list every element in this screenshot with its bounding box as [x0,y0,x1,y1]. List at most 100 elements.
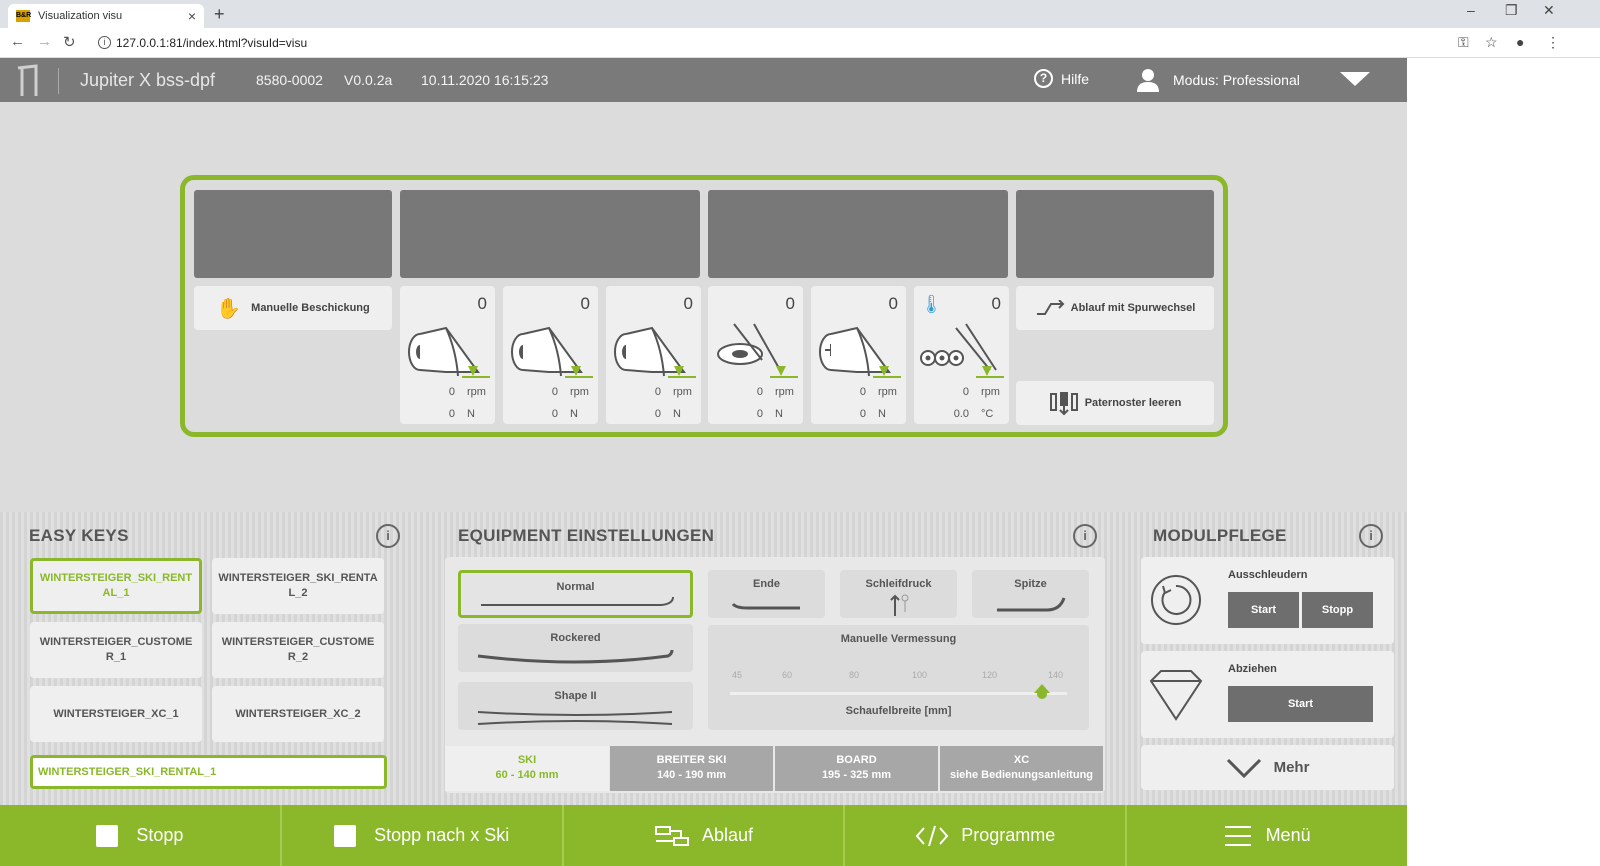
chevron-down-icon [1226,758,1261,778]
manual-load-button[interactable]: ✋ Manuelle Beschickung [194,286,392,330]
selected-easy-key-field[interactable]: WINTERSTEIGER_SKI_RENTAL_1 [30,755,387,789]
manual-load-label: Manuelle Beschickung [251,302,370,314]
reload-icon[interactable]: ↻ [63,33,76,51]
rpm-value: 0 [859,386,866,398]
force-unit: N [570,408,578,420]
bottom-panels: EASY KEYS i WINTERSTEIGER_SKI_RENTAL_1 W… [0,512,1407,805]
width-slider-track[interactable] [730,692,1067,695]
url-text: 127.0.0.1:81/index.html?visuId=visu [116,36,308,50]
slider-tick: 100 [912,670,928,680]
forward-icon[interactable]: → [37,33,52,50]
info-icon[interactable]: i [1359,524,1383,548]
app-header: Jupiter X bss-dpf 8580-0002 V0.0.2a 10.1… [0,58,1407,102]
edge-tool-icon [717,323,798,378]
window-close-icon[interactable]: ✕ [1543,2,1555,19]
module-block [400,190,700,278]
tab-name: BREITER SKI [656,754,727,766]
easy-key[interactable]: WINTERSTEIGER_CUSTOMER_1 [30,622,202,678]
tab-ski[interactable]: SKI 60 - 140 mm [445,746,609,791]
station-3[interactable]: 0 0 rpm 0 N [606,286,701,424]
browser-menu-icon[interactable]: ⋮ [1546,34,1560,51]
ausschleudern-start-button[interactable]: Start [1228,592,1299,628]
tab-xc[interactable]: XC siehe Bedienungsanleitung [940,746,1103,791]
restore-icon[interactable]: ❐ [1505,2,1518,19]
modulpflege-title: MODULPFLEGE [1153,526,1287,545]
spitze-button[interactable]: Spitze [972,570,1089,618]
stopp-nach-label: Stopp nach x Ski [374,825,510,845]
help-label: Hilfe [1061,70,1090,87]
site-info-icon[interactable]: i [98,36,111,49]
help-icon: ? [1034,69,1053,88]
easy-key[interactable]: WINTERSTEIGER_SKI_RENTAL_2 [212,558,384,614]
bookmark-star-icon[interactable]: ☆ [1485,34,1498,51]
favicon-icon: B&R [16,10,31,22]
programme-button[interactable]: Programme [845,805,1128,866]
slider-label: Schaufelbreite [mm] [845,705,952,717]
station-2[interactable]: 0 0 rpm 0 N [503,286,598,424]
profile-normal-button[interactable]: Normal [458,570,693,618]
path-arrow-icon [1036,300,1065,315]
paternoster-label: Paternoster leeren [1084,397,1182,409]
easy-key[interactable]: WINTERSTEIGER_XC_1 [30,686,202,742]
url-field[interactable]: i 127.0.0.1:81/index.html?visuId=visu [94,32,1570,54]
abziehen-start-button[interactable]: Start [1228,686,1373,722]
grinding-stone-icon [511,326,593,378]
station-count: 0 [785,294,795,313]
stop-square-icon [334,824,357,847]
slider-tick: 140 [1048,670,1064,680]
new-tab-icon[interactable]: + [214,4,225,25]
close-tab-icon[interactable]: × [188,8,196,24]
easy-key[interactable]: WINTERSTEIGER_SKI_RENTAL_1 [30,558,202,614]
back-icon[interactable]: ← [10,33,25,50]
width-slider-thumb[interactable] [1033,683,1051,701]
rpm-value: 0 [756,386,763,398]
station-1[interactable]: 0 0 rpm 0 N [400,286,495,424]
programme-label: Programme [961,825,1056,845]
schleifdruck-button[interactable]: Schleifdruck [840,570,957,618]
profile-rockered-button[interactable]: Rockered [458,624,693,672]
stopp-nach-x-ski-button[interactable]: Stopp nach x Ski [282,805,564,866]
module-block [708,190,1008,278]
rpm-value: 0 [654,386,661,398]
rpm-unit: rpm [467,386,486,398]
ende-label: Ende [753,578,780,590]
info-icon[interactable]: i [376,524,400,548]
stopp-button[interactable]: Stopp [0,805,282,866]
rpm-value: 0 [448,386,455,398]
rpm-value: 0 [551,386,558,398]
station-5[interactable]: 0 0 rpm 0 N [811,286,906,424]
chevron-down-icon[interactable] [1340,72,1370,86]
easy-key[interactable]: WINTERSTEIGER_XC_2 [212,686,384,742]
grinding-stone-icon [614,326,696,378]
tab-breiter-ski[interactable]: BREITER SKI 140 - 190 mm [610,746,773,791]
easy-key[interactable]: WINTERSTEIGER_CUSTOMER_2 [212,622,384,678]
station-4[interactable]: 0 0 rpm 0 N [708,286,803,424]
mehr-label: Mehr [1273,759,1310,776]
key-icon[interactable]: ⚿ [1458,34,1469,51]
profile-shape-button[interactable]: Shape II [458,682,693,730]
mehr-button[interactable]: Mehr [1141,745,1394,790]
paternoster-button[interactable]: Paternoster leeren [1016,381,1214,425]
info-icon[interactable]: i [1073,524,1097,548]
tab-board[interactable]: BOARD 195 - 325 mm [775,746,938,791]
tab-range: siehe Bedienungsanleitung [949,769,1094,781]
ablauf-button[interactable]: Ablauf [564,805,846,866]
grinding-stone-icon [408,326,490,378]
slider-tick: 45 [732,670,743,680]
minimize-icon[interactable]: – [1467,2,1475,18]
machine-title: Jupiter X bss-dpf [80,70,216,90]
help-button[interactable]: ? Hilfe [1034,69,1089,88]
ende-button[interactable]: Ende [708,570,825,618]
force-unit: N [775,408,783,420]
menu-button[interactable]: Menü [1127,805,1407,866]
browser-tab[interactable]: B&R Visualization visu × [8,4,204,28]
track-change-button[interactable]: Ablauf mit Spurwechsel [1016,286,1214,330]
address-bar: ← → ↻ i 127.0.0.1:81/index.html?visuId=v… [0,28,1600,58]
ausschleudern-stopp-button[interactable]: Stopp [1302,592,1373,628]
mode-button[interactable]: Modus: Professional [1136,68,1300,92]
manual-measure-panel: Manuelle Vermessung 45 60 80 100 120 140… [708,625,1089,730]
force-value: 0 [654,408,661,420]
profile-icon[interactable]: ● [1516,34,1524,50]
tab-name: XC [1013,754,1030,766]
station-6[interactable]: 🌡 0 0 rpm 0.0 °C [914,286,1009,424]
